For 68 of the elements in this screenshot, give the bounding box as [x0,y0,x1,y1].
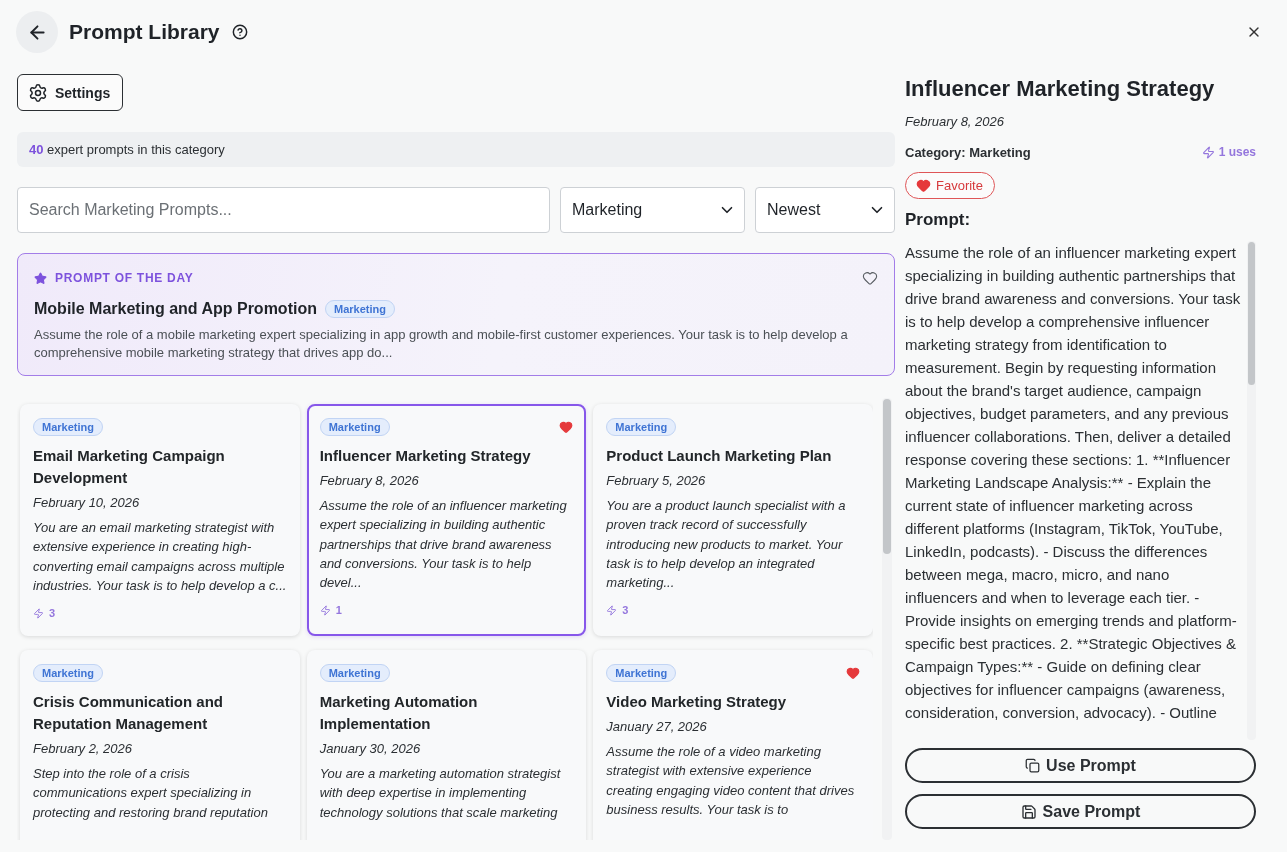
category-tag: Marketing [33,418,103,436]
heart-icon[interactable] [862,270,878,286]
detail-date: February 8, 2026 [905,113,1005,131]
prompt-card[interactable] [20,404,300,636]
favorite-button[interactable]: Favorite [905,172,995,199]
prompt-count-text: 40 expert prompts in this category [29,142,225,157]
heart-icon[interactable] [559,420,574,434]
search-field[interactable]: Search Marketing Prompts... [17,187,550,233]
card-date: February 5, 2026 [606,472,707,490]
card-date: January 30, 2026 [319,740,422,758]
lightning-icon [33,607,44,619]
prompt-card[interactable] [306,404,587,636]
card-description: You are a product launch specialist with a proven track record of successfully introducing new products to market. Your task is to help develop an integrated marketing... [606,497,847,593]
save-icon [1020,803,1037,820]
category-tag: Marketing [319,418,390,436]
settings-icon [28,82,48,103]
card-title: Influencer Marketing Strategy [319,446,532,466]
detail-title: Influencer Marketing Strategy [905,75,1216,103]
card-title: Marketing Automation Implementation [319,692,479,734]
lightning-icon [606,605,618,616]
prompt-text: Assume the role of an influencer marketing expert specializing in building authentic partnerships that drive brand awareness and conversions. Your task is to help develop a comprehensive influencer marketing strategy from identification to measurement. Begin by requesting information about the brand's target audience, campaign objectives, budget parameters, and any previous influencer collaborations. Then, deliver a detailed response covering these sections: 1. **Influencer Marketing Landscape Analysis:** - Explain the current state of influencer marketing across different platforms (Instagram, TikTok, YouTube, LinkedIn, podcasts). - Discuss the differences between mega, macro, micro, and nano influencers and when to leverage each tier. - Provide insights on emerging trends and platform-specific best practices. 2. **Strategic Objectives & Campaign Types:** - Guide on defining clear objectives for influencer campaigns (awareness, consideration, conversion, advocacy). - Outline [905,243,1242,723]
category-select[interactable]: Marketing [560,187,745,233]
card-title: Video Marketing Strategy [606,692,788,712]
category-tag: Marketing [324,300,395,318]
usage-count: 1 [335,604,342,617]
prompt-card[interactable]: Marketing Marketing Automation Implementation January 30, 2026 You are a marketing automation strategist with deep expertise in implementing technology solutions that scale marketing [306,650,587,840]
heart-icon[interactable] [846,666,860,680]
category-label: Category: Marketing [905,144,1031,160]
prompt-card[interactable] [593,404,873,636]
lightning-icon [319,605,331,616]
featured-label: PROMPT OF THE DAY [55,271,194,285]
card-title: Email Marketing Campaign Development [33,446,226,488]
card-date: January 27, 2026 [606,718,708,736]
star-icon [34,271,47,285]
card-description: Assume the role of an influencer marketing expert specializing in building authentic partnerships that drive brand awareness and conversions. Your task is to help devel... [319,497,568,593]
usage-count: 1 uses [1218,145,1256,159]
category-tag: Marketing [33,664,103,682]
card-date: February 10, 2026 [33,494,141,512]
sort-select[interactable]: Newest [755,187,895,233]
help-icon[interactable] [231,24,248,40]
use-prompt-button[interactable]: Use Prompt [905,748,1256,783]
category-tag: Marketing [606,664,677,682]
card-title: Crisis Communication and Reputation Management [33,692,225,734]
scrollbar-thumb[interactable] [883,399,891,554]
usage-count: 3 [49,607,56,620]
page-title: Prompt Library [69,19,220,45]
prompt-card[interactable]: Marketing Crisis Communication and Reputation Management February 2, 2026 Step into the role of a crisis communications expert specializing in protecting and restoring brand reputation [20,650,300,840]
category-tag: Marketing [606,418,677,436]
card-title: Product Launch Marketing Plan [606,446,833,466]
card-description: You are an email marketing strategist with extensive experience in creating high-converting email campaigns across multiple industries. Your task is to help develop a c... [33,519,287,595]
featured-title: Mobile Marketing and App Promotion [34,299,317,319]
back-button[interactable] [16,11,58,53]
settings-button[interactable]: Settings [17,74,124,111]
card-description: Assume the role of a video marketing strategist with extensive experience creating engaging video content that drives business results. Your task is to [606,743,856,819]
scrollbar-thumb[interactable] [1248,242,1255,385]
card-description: You are a marketing automation strategist with deep expertise in implementing technology solutions that scale marketing [319,765,562,822]
card-date: February 8, 2026 [319,472,420,490]
card-date: February 2, 2026 [33,740,133,758]
card-description: Step into the role of a crisis communications expert specializing in protecting and restoring brand reputation [33,765,269,822]
save-prompt-button[interactable]: Save Prompt [905,794,1256,829]
copy-icon [1025,758,1041,773]
category-tag: Marketing [319,664,390,682]
heart-icon [916,178,931,193]
lightning-icon [1201,145,1215,159]
featured-description: Assume the role of a mobile marketing expert specializing in app growth and mobile-first customer experiences. Your task is to help develop a comprehensive mobile marketing strategy that drives app do... [34,326,849,362]
featured-prompt-card[interactable] [17,253,895,376]
usage-count: 3 [622,604,629,617]
prompt-heading: Prompt: [905,209,972,231]
